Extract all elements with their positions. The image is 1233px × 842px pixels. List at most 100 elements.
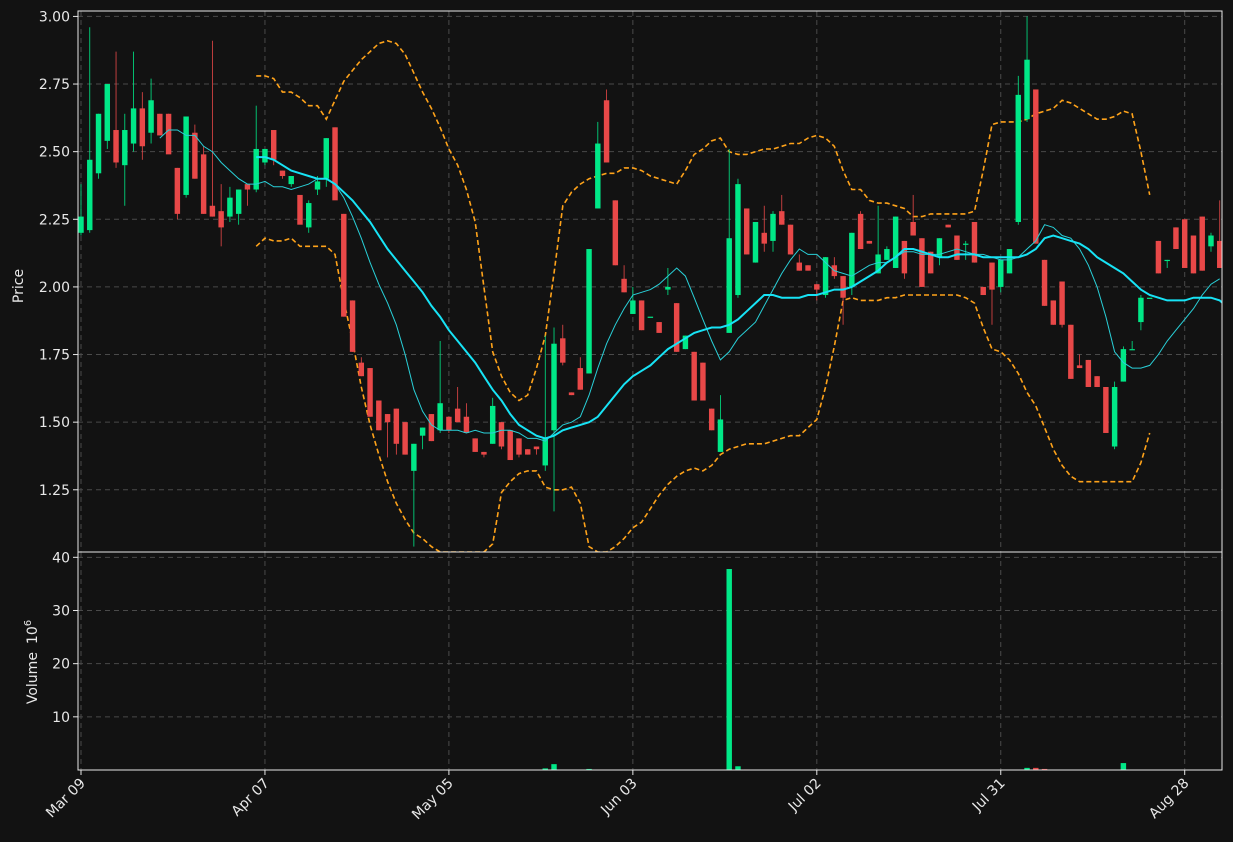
volume-axis-exponent-power: 6: [23, 620, 34, 626]
candle-body: [1129, 349, 1135, 351]
candle-body: [665, 286, 671, 290]
candle-body: [726, 238, 732, 333]
candle-body: [796, 262, 803, 271]
candle-body: [1094, 376, 1100, 387]
candle-body: [971, 221, 978, 263]
price-tick-label: 2.50: [39, 145, 70, 161]
candle-body: [419, 427, 426, 436]
candle-body: [200, 154, 207, 214]
candle-body: [744, 208, 750, 255]
candle-body: [691, 351, 697, 401]
candle-body: [857, 213, 864, 250]
candle-body: [1041, 259, 1048, 306]
candle-body: [787, 224, 794, 255]
candle-body: [376, 400, 382, 431]
candle-body: [332, 127, 338, 201]
candle-body: [1164, 259, 1170, 262]
candle-body: [235, 189, 242, 214]
candle-body: [393, 408, 400, 444]
candle-body: [560, 338, 566, 363]
price-tick-label: 2.75: [39, 77, 70, 93]
candle-body: [1006, 249, 1013, 274]
candle-body: [288, 176, 294, 185]
candle-body: [1155, 240, 1162, 274]
candle-body: [770, 213, 776, 241]
candle-body: [533, 446, 540, 450]
volume-axis-exponent-base: 10: [25, 626, 41, 644]
candle-body: [446, 416, 452, 431]
candle-body: [568, 392, 575, 396]
price-axis-label: Price: [11, 269, 27, 303]
candle-body: [1173, 227, 1179, 250]
volume-bar: [1120, 763, 1127, 770]
candle-body: [1076, 365, 1083, 369]
volume-tick-label: 30: [52, 603, 70, 619]
candle-body: [735, 184, 741, 296]
candle-body: [595, 143, 601, 209]
candle-body: [1190, 235, 1197, 274]
candle-body: [577, 368, 584, 390]
candle-body: [78, 216, 84, 233]
candle-body: [498, 422, 505, 447]
candle-body: [463, 416, 470, 433]
candle-body: [551, 343, 557, 431]
candle-body: [472, 438, 478, 452]
candle-body: [849, 232, 855, 287]
candle-body: [489, 405, 496, 444]
candle-body: [1059, 281, 1065, 325]
candle-body: [384, 414, 391, 423]
volume-axis-label-text: Volume: [25, 652, 41, 704]
volume-bar: [735, 766, 741, 770]
candle-body: [113, 130, 119, 163]
volume-bar: [551, 764, 557, 770]
candle-body: [306, 203, 312, 228]
candle-body: [884, 249, 890, 260]
candle-body: [805, 265, 811, 271]
candle-body: [104, 84, 110, 141]
candle-body: [262, 148, 268, 163]
candle-body: [507, 430, 513, 461]
candle-body: [87, 159, 93, 231]
candle-body: [516, 438, 522, 455]
candle-body: [323, 138, 329, 179]
candle-body: [297, 194, 303, 225]
candle-body: [1120, 349, 1127, 382]
candle-body: [270, 130, 277, 160]
candle-body: [122, 130, 128, 166]
candle-body: [603, 100, 610, 163]
candle-body: [139, 108, 146, 147]
candle-body: [1208, 235, 1214, 247]
candle-body: [761, 232, 767, 244]
candle-body: [481, 451, 487, 455]
candle-body: [165, 113, 172, 155]
volume-tick-label: 40: [52, 550, 70, 566]
candle-body: [656, 322, 662, 333]
candle-body: [1111, 386, 1118, 447]
candle-body: [1050, 300, 1057, 325]
candle-body: [1015, 94, 1021, 222]
candle-body: [411, 443, 417, 471]
candle-body: [437, 403, 443, 431]
price-tick-label: 1.25: [39, 483, 70, 499]
candle-body: [402, 422, 408, 455]
price-tick-label: 2.00: [39, 280, 70, 296]
candle-body: [919, 238, 925, 287]
price-tick-label: 2.25: [39, 212, 70, 228]
candle-body: [866, 240, 873, 244]
candle-body: [542, 438, 548, 466]
price-tick-label: 1.50: [39, 415, 70, 431]
candle-body: [279, 170, 286, 177]
stock-chart: Mar 09 Apr 07 May 05 Jun 03 Jul 02 Jul 31 Aug …: [0, 0, 1233, 842]
candle-body: [814, 284, 820, 290]
candle-body: [367, 368, 373, 417]
candle-body: [892, 216, 899, 268]
candle-body: [708, 408, 715, 431]
volume-axis-label: Volume 106: [23, 620, 41, 704]
candle-body: [647, 316, 654, 318]
candle-body: [349, 300, 356, 352]
volume-tick-label: 10: [52, 710, 70, 726]
candle-body: [183, 116, 189, 195]
volume-tick-label: 20: [52, 657, 70, 673]
candle-body: [157, 113, 163, 136]
candle-body: [1199, 216, 1205, 271]
